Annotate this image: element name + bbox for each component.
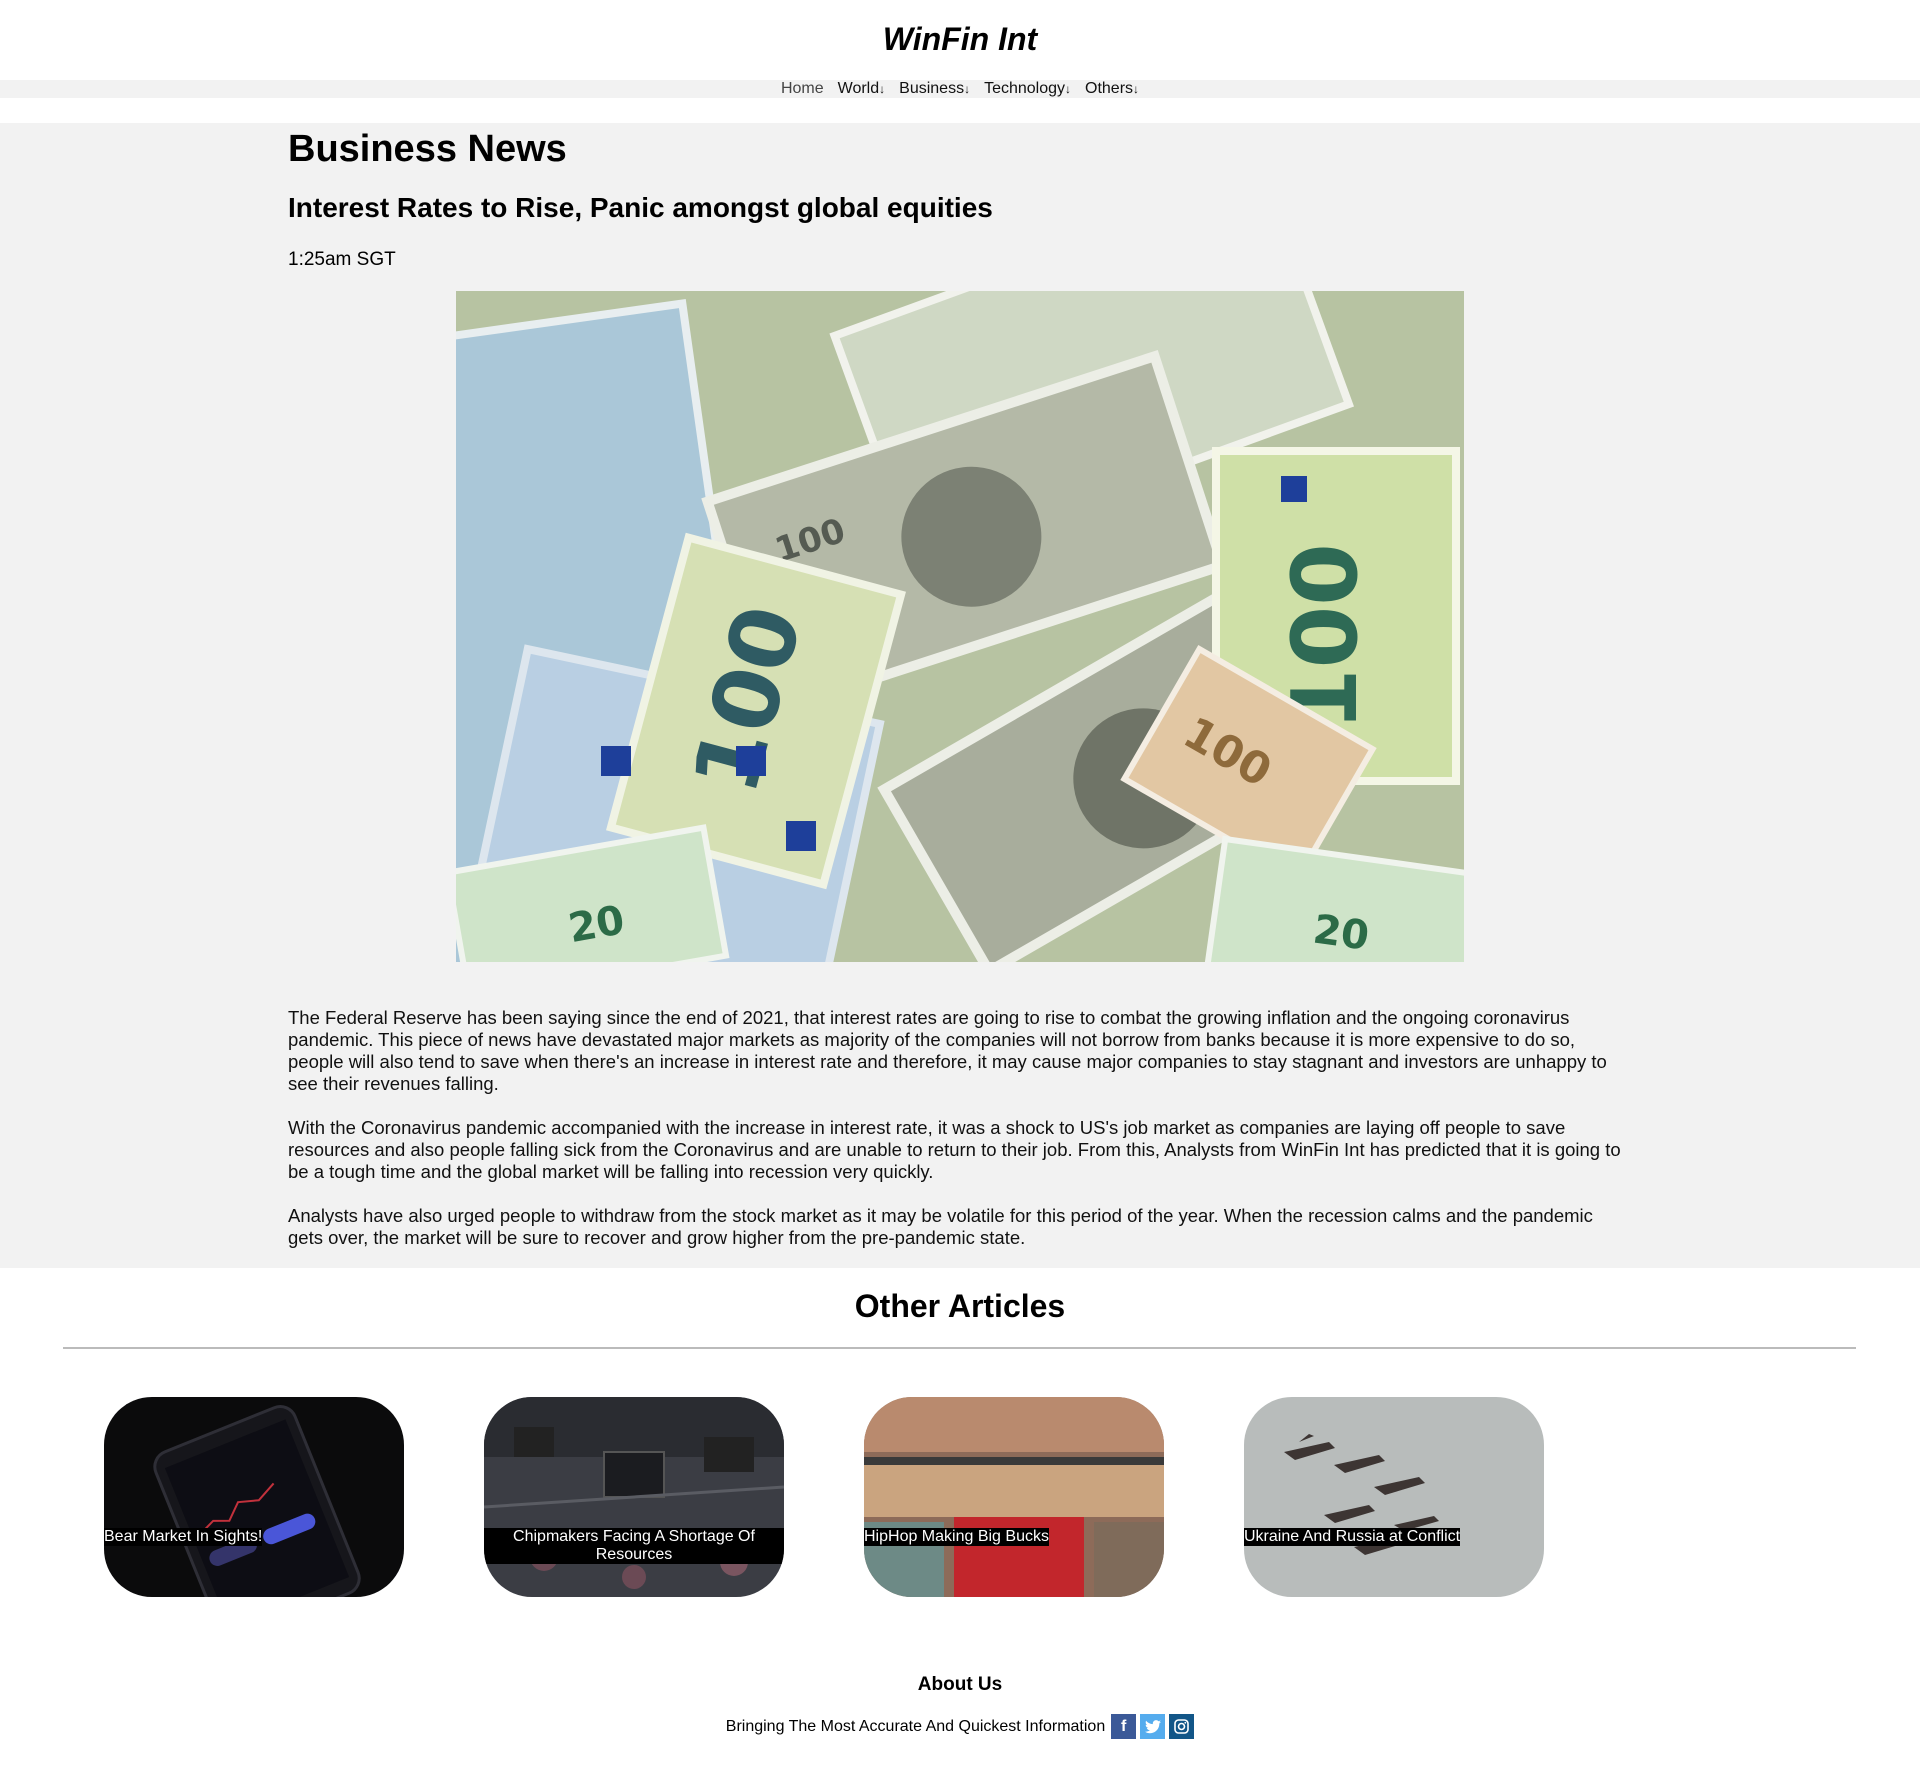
svg-text:20: 20 xyxy=(565,897,628,952)
twitter-icon[interactable] xyxy=(1140,1714,1166,1739)
article-section: Business News Interest Rates to Rise, Pa… xyxy=(0,123,1920,1268)
card-caption: Ukraine And Russia at Conflict xyxy=(1244,1528,1461,1546)
article-timestamp: 1:25am SGT xyxy=(288,249,396,270)
facebook-icon[interactable]: f xyxy=(1111,1714,1137,1739)
circuit-board-image xyxy=(484,1397,784,1597)
banknotes-illustration: 100 100 100 100 20 20 xyxy=(456,291,1464,962)
site-brand: WinFin Int xyxy=(882,21,1038,57)
nav-item-label: Home xyxy=(780,80,824,97)
nav-item-label: World xyxy=(837,80,880,97)
nav-item-technology[interactable]: Technology↓ xyxy=(984,80,1071,98)
arrow-down-icon: ↓ xyxy=(964,82,971,96)
footer-row: Bringing The Most Accurate And Quickest … xyxy=(0,1714,1920,1739)
card-caption: Bear Market In Sights! xyxy=(104,1528,263,1546)
article-card-hiphop[interactable]: HipHop Making Big Bucks xyxy=(864,1397,1164,1597)
arrow-down-icon: ↓ xyxy=(1065,82,1072,96)
instagram-icon[interactable] xyxy=(1169,1714,1195,1739)
nav-item-label: Technology xyxy=(984,80,1066,97)
main-nav: Home World↓ Business↓ Technology↓ Others… xyxy=(0,80,1920,98)
article-body: The Federal Reserve has been saying sinc… xyxy=(288,1007,1628,1271)
nav-item-business[interactable]: Business↓ xyxy=(899,80,970,98)
arrow-down-icon: ↓ xyxy=(879,82,886,96)
fighter-jets-image xyxy=(1244,1397,1544,1597)
card-caption: Chipmakers Facing A Shortage Of Resource… xyxy=(484,1528,784,1564)
article-paragraph: The Federal Reserve has been saying sinc… xyxy=(288,1007,1607,1094)
article-hero-image: 100 100 100 100 20 20 xyxy=(456,291,1464,962)
vinyl-records-image xyxy=(864,1397,1164,1597)
nav-item-label: Others xyxy=(1085,80,1134,97)
section-title: Business News xyxy=(288,128,567,170)
nav-item-label: Business xyxy=(899,80,965,97)
nav-item-world[interactable]: World↓ xyxy=(838,80,886,98)
svg-text:20: 20 xyxy=(1310,906,1372,959)
phone-stock-app-image xyxy=(104,1397,404,1597)
article-card-bear-market[interactable]: Bear Market In Sights! xyxy=(104,1397,404,1597)
footer-tagline: Bringing The Most Accurate And Quickest … xyxy=(725,1717,1106,1735)
section-divider xyxy=(63,1347,1856,1349)
twitter-bird-glyph xyxy=(1144,1719,1161,1733)
article-card-chipmakers[interactable]: Chipmakers Facing A Shortage Of Resource… xyxy=(484,1397,784,1597)
article-paragraph: With the Coronavirus pandemic accompanie… xyxy=(288,1117,1621,1182)
nav-item-others[interactable]: Others↓ xyxy=(1085,80,1139,98)
article-paragraph: Analysts have also urged people to withd… xyxy=(288,1205,1593,1248)
card-caption: HipHop Making Big Bucks xyxy=(864,1528,1049,1546)
nav-item-home[interactable]: Home xyxy=(781,80,824,98)
article-title: Interest Rates to Rise, Panic amongst gl… xyxy=(288,192,993,223)
instagram-camera-glyph xyxy=(1174,1719,1190,1734)
about-us-title: About Us xyxy=(917,1674,1003,1695)
other-articles-title: Other Articles xyxy=(854,1288,1066,1324)
article-card-ukraine-russia[interactable]: Ukraine And Russia at Conflict xyxy=(1244,1397,1544,1597)
arrow-down-icon: ↓ xyxy=(1133,82,1140,96)
